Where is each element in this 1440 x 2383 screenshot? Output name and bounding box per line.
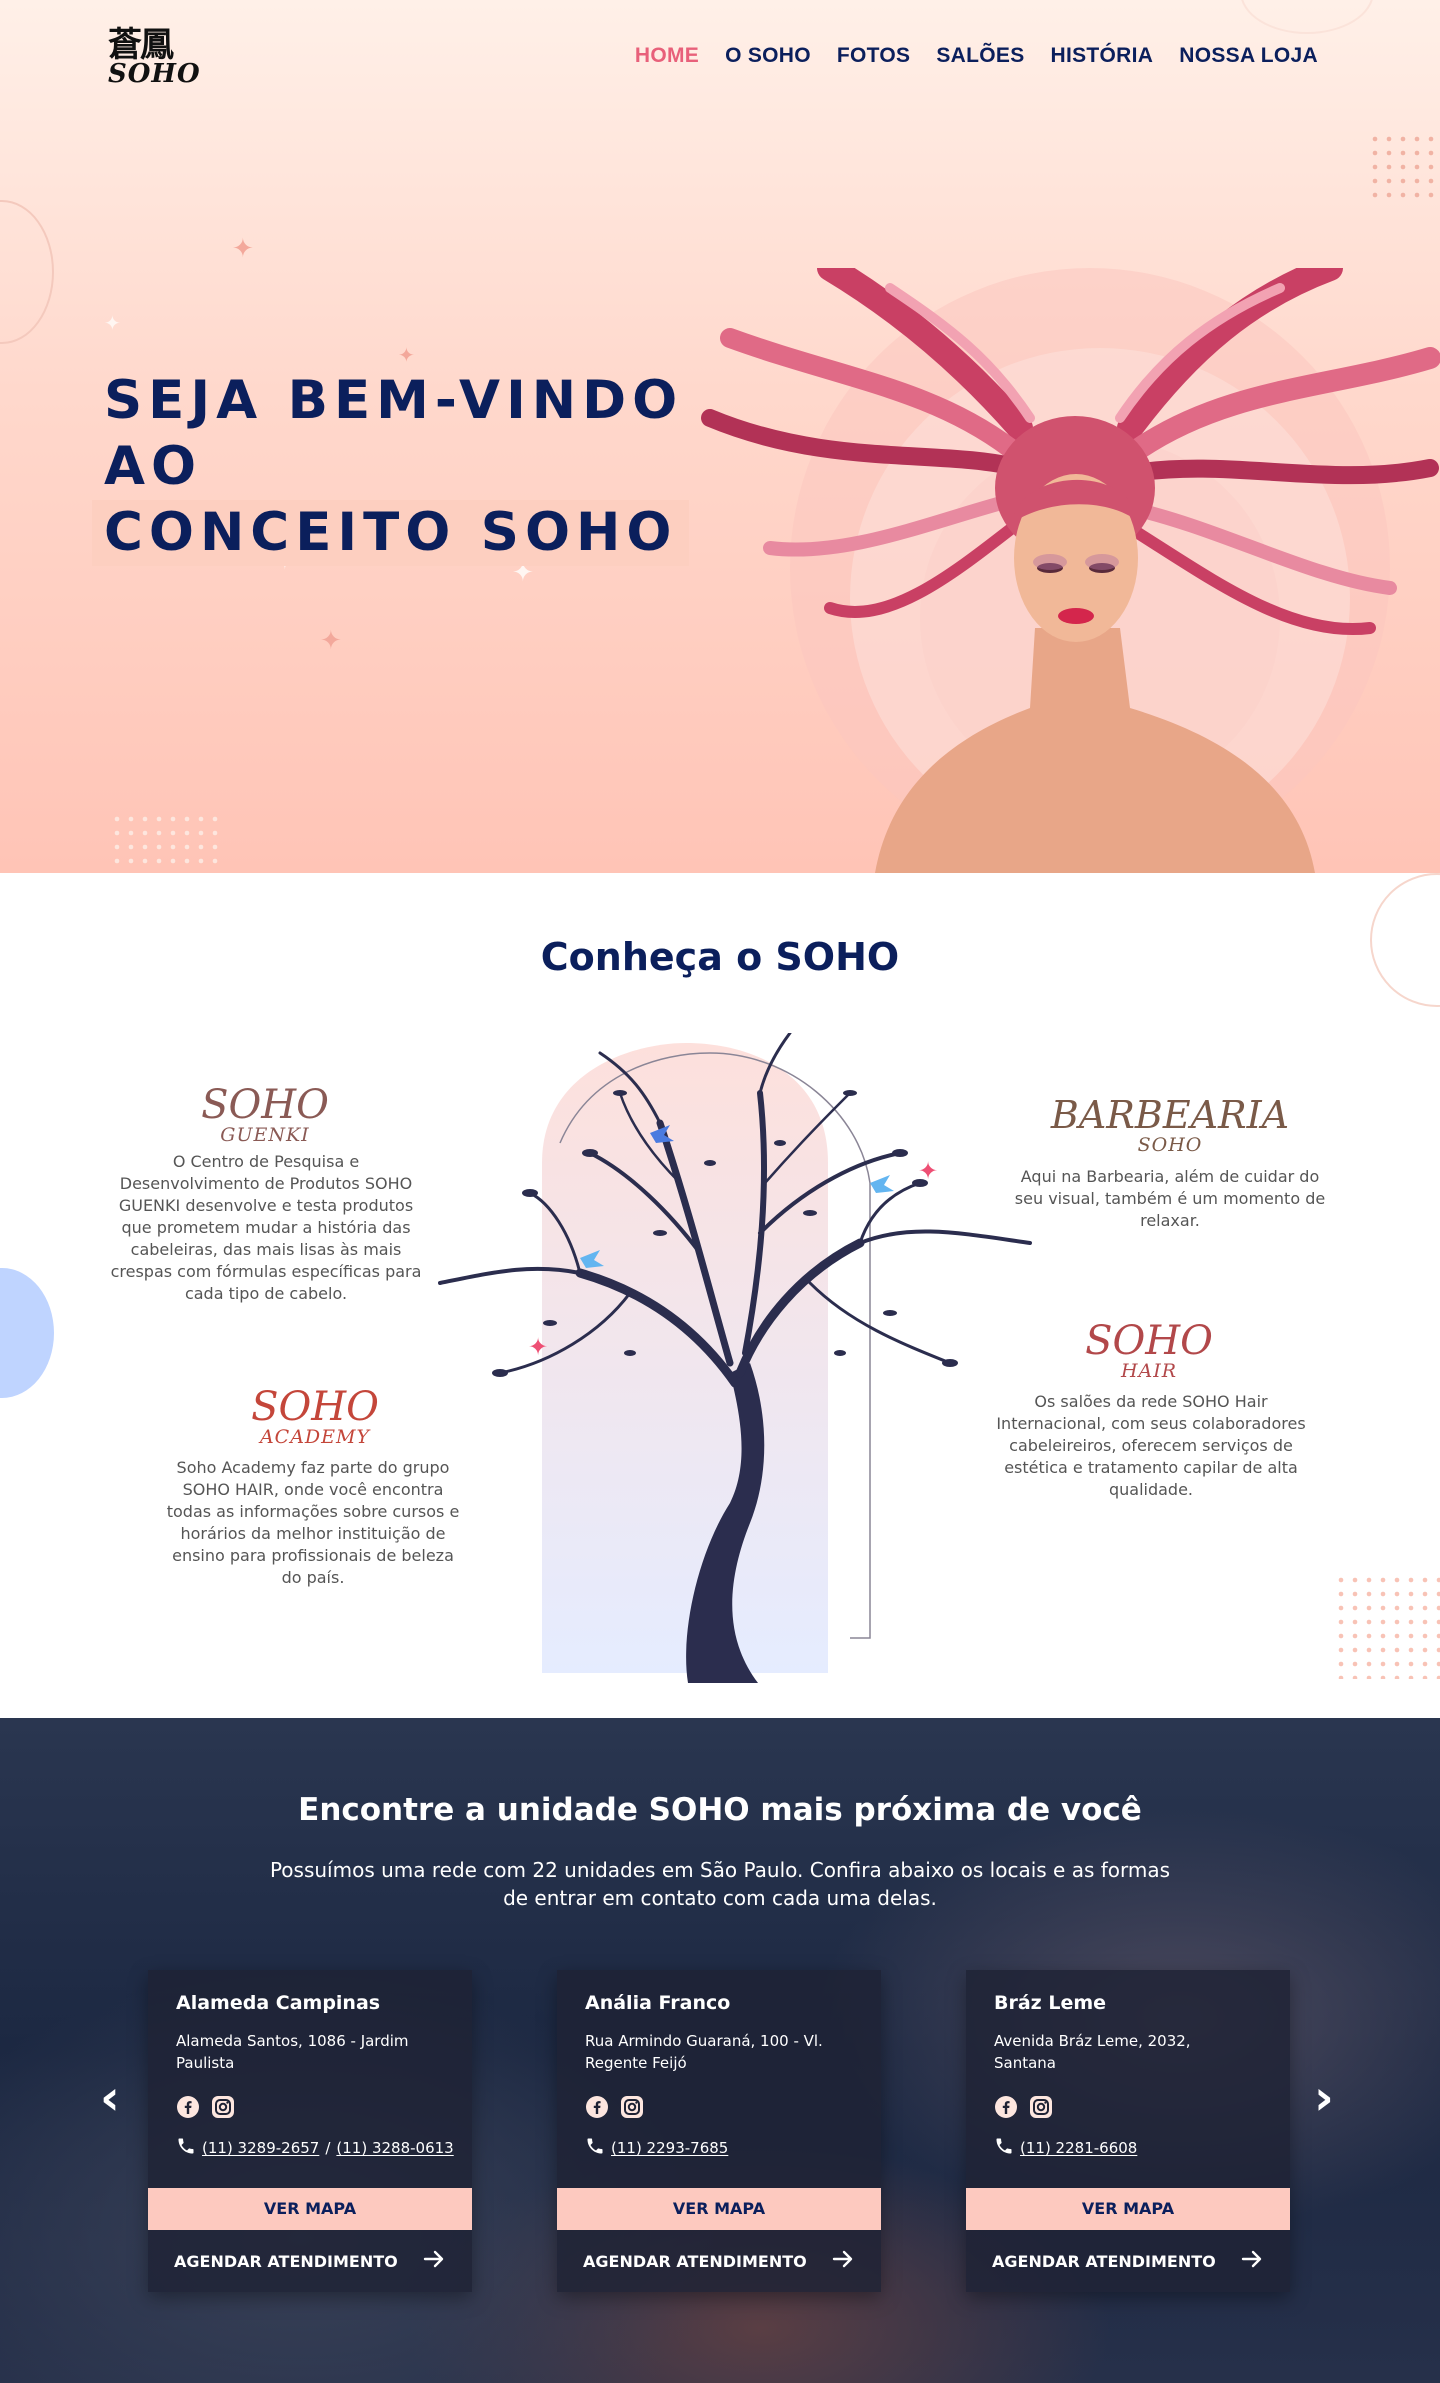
instagram-icon[interactable] bbox=[211, 2095, 235, 2119]
unit-social-links bbox=[994, 2095, 1053, 2119]
brand-barbearia-small: SOHO bbox=[1137, 1134, 1203, 1156]
brand-soho-hair[interactable]: SOHO HAIR bbox=[1074, 1321, 1224, 1381]
dot-grid bbox=[1368, 132, 1440, 204]
brand-hair-big: SOHO bbox=[1085, 1318, 1213, 1364]
unit-phone-link-1[interactable]: (11) 3289-2657 bbox=[202, 2139, 319, 2157]
facebook-icon[interactable] bbox=[585, 2095, 609, 2119]
hero-title-line2: CONCEITO SOHO bbox=[92, 500, 690, 566]
carousel-next-arrow[interactable]: › bbox=[1314, 2074, 1334, 2122]
unit-name: Alameda Campinas bbox=[176, 1992, 381, 2014]
brand-academy-small: ACADEMY bbox=[259, 1426, 371, 1448]
nav-fotos[interactable]: FOTOS bbox=[837, 44, 910, 68]
arrow-right-icon bbox=[831, 2247, 855, 2275]
conheca-section: Conheça o SOHO ✦ ✦ SOHO GUENKI O Centro … bbox=[0, 873, 1440, 1718]
unit-phone-separator: / bbox=[325, 2139, 331, 2157]
units-subtitle: Possuímos uma rede com 22 unidades em Sã… bbox=[269, 1858, 1171, 1910]
brand-academy-text: Soho Academy faz parte do grupo SOHO HAI… bbox=[166, 1458, 460, 1587]
logo-cjk: 蒼鳳 bbox=[108, 25, 174, 65]
unit-phone: (11) 2293-7685 bbox=[585, 2136, 728, 2160]
unit-card-analia-franco: Anália Franco Rua Armindo Guaraná, 100 -… bbox=[557, 1970, 881, 2292]
nav-home[interactable]: HOME bbox=[635, 44, 699, 68]
svg-text:✦: ✦ bbox=[528, 1333, 548, 1361]
sparkle-icon: ✦ bbox=[104, 311, 121, 335]
phone-icon bbox=[585, 2136, 605, 2160]
brand-hair-text: Os salões da rede SOHO Hair Internaciona… bbox=[996, 1392, 1306, 1499]
instagram-icon[interactable] bbox=[1029, 2095, 1053, 2119]
brand-soho-academy[interactable]: SOHO ACADEMY bbox=[240, 1387, 390, 1447]
hero-woman-image bbox=[701, 268, 1440, 873]
brand-barbearia-big: BARBEARIA bbox=[1050, 1093, 1290, 1137]
sparkle-icon: ✦ bbox=[398, 343, 415, 367]
dot-grid bbox=[1334, 1573, 1440, 1679]
brand-hair-small: HAIR bbox=[1120, 1360, 1178, 1382]
arrow-right-icon bbox=[1240, 2247, 1264, 2275]
carousel-prev-arrow[interactable]: ‹ bbox=[100, 2074, 120, 2122]
units-section: Encontre a unidade SOHO mais próxima de … bbox=[0, 1718, 1440, 2383]
agendar-atendimento-button[interactable]: AGENDAR ATENDIMENTO bbox=[174, 2248, 446, 2274]
sparkle-icon: ✦ bbox=[320, 626, 342, 656]
agendar-atendimento-button[interactable]: AGENDAR ATENDIMENTO bbox=[992, 2248, 1264, 2274]
unit-address: Avenida Bráz Leme, 2032, Santana bbox=[994, 2032, 1191, 2072]
unit-phone-link-1[interactable]: (11) 2293-7685 bbox=[611, 2139, 728, 2157]
facebook-icon[interactable] bbox=[176, 2095, 200, 2119]
unit-social-links bbox=[176, 2095, 235, 2119]
agendar-label: AGENDAR ATENDIMENTO bbox=[174, 2251, 398, 2271]
unit-address: Rua Armindo Guaraná, 100 - Vl. Regente F… bbox=[585, 2032, 823, 2072]
conheca-title: Conheça o SOHO bbox=[540, 935, 900, 979]
hero-deco-circle bbox=[1240, 0, 1374, 34]
nav-nossa-loja[interactable]: NOSSA LOJA bbox=[1179, 44, 1318, 68]
main-nav: HOME O SOHO FOTOS SALÕES HISTÓRIA NOSSA … bbox=[635, 44, 1318, 68]
instagram-icon[interactable] bbox=[620, 2095, 644, 2119]
soho-logo[interactable]: 蒼鳳 SOHO bbox=[108, 25, 201, 89]
nav-o-soho[interactable]: O SOHO bbox=[725, 44, 811, 68]
brand-soho-guenki[interactable]: SOHO GUENKI bbox=[190, 1085, 340, 1145]
arrow-right-icon bbox=[422, 2247, 446, 2275]
unit-phone: (11) 2281-6608 bbox=[994, 2136, 1137, 2160]
agendar-label: AGENDAR ATENDIMENTO bbox=[583, 2251, 807, 2271]
unit-address: Alameda Santos, 1086 - Jardim Paulista bbox=[176, 2032, 409, 2072]
brand-guenki-text: O Centro de Pesquisa e Desenvolvimento d… bbox=[110, 1152, 422, 1303]
ver-mapa-button[interactable]: VER MAPA bbox=[148, 2188, 472, 2230]
facebook-icon[interactable] bbox=[994, 2095, 1018, 2119]
agendar-atendimento-button[interactable]: AGENDAR ATENDIMENTO bbox=[583, 2248, 855, 2274]
unit-name: Anália Franco bbox=[585, 1992, 731, 2014]
agendar-label: AGENDAR ATENDIMENTO bbox=[992, 2251, 1216, 2271]
units-title: Encontre a unidade SOHO mais próxima de … bbox=[298, 1792, 1142, 1828]
sparkle-icon: ✦ bbox=[232, 234, 254, 264]
hero-deco-circle bbox=[0, 200, 54, 344]
nav-historia[interactable]: HISTÓRIA bbox=[1051, 44, 1154, 68]
unit-card-alameda-campinas: Alameda Campinas Alameda Santos, 1086 - … bbox=[148, 1970, 472, 2292]
phone-icon bbox=[176, 2136, 196, 2160]
brand-guenki-big: SOHO bbox=[201, 1082, 329, 1128]
brand-academy-big: SOHO bbox=[251, 1384, 379, 1430]
hero-title-line1: SEJA BEM-VINDO AO bbox=[104, 370, 684, 497]
hero-section: ✦ ✦ ✦ ✦ ✦ ✦ ✦ 蒼鳳 SOHO HOME O SOHO FOTOS … bbox=[0, 0, 1440, 873]
unit-name: Bráz Leme bbox=[994, 1992, 1107, 2014]
ver-mapa-button[interactable]: VER MAPA bbox=[557, 2188, 881, 2230]
unit-phone-link-2[interactable]: (11) 3288-0613 bbox=[336, 2139, 453, 2157]
svg-text:✦: ✦ bbox=[918, 1157, 938, 1185]
brand-barbearia-soho[interactable]: BARBEARIA SOHO bbox=[1040, 1095, 1300, 1155]
tree-illustration: ✦ ✦ bbox=[438, 1033, 1032, 1683]
hero-title: SEJA BEM-VINDO AO CONCEITO SOHO bbox=[92, 368, 764, 566]
unit-phone-link-1[interactable]: (11) 2281-6608 bbox=[1020, 2139, 1137, 2157]
brand-guenki-small: GUENKI bbox=[220, 1124, 310, 1146]
unit-card-braz-leme: Bráz Leme Avenida Bráz Leme, 2032, Santa… bbox=[966, 1970, 1290, 2292]
unit-phone: (11) 3289-2657 / (11) 3288-0613 bbox=[176, 2136, 454, 2160]
logo-word: SOHO bbox=[108, 59, 201, 89]
phone-icon bbox=[994, 2136, 1014, 2160]
unit-social-links bbox=[585, 2095, 644, 2119]
nav-saloes[interactable]: SALÕES bbox=[936, 44, 1024, 68]
deco-blue-circle bbox=[0, 1268, 54, 1398]
ver-mapa-button[interactable]: VER MAPA bbox=[966, 2188, 1290, 2230]
brand-barbearia-text: Aqui na Barbearia, além de cuidar do seu… bbox=[1014, 1167, 1326, 1230]
dot-grid bbox=[110, 812, 220, 872]
